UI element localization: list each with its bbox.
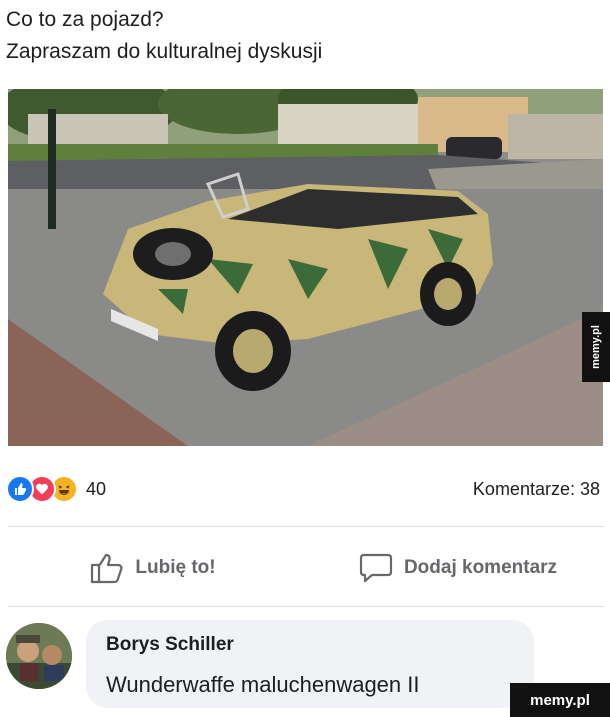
memy-watermark-side-text: memy.pl [590,325,602,369]
memy-watermark-corner-text: memy.pl [530,691,590,709]
add-comment-label: Dodaj komentarz [403,557,558,578]
post-text-line-1: Co to za pojazd? [6,8,164,31]
reactions-summary[interactable]: 40 [6,475,106,503]
reactions-bar: 40 Komentarze: 38 [6,472,602,506]
divider-top [8,526,604,527]
comment-bubble: Borys Schiller Wunderwaffe maluchenwagen… [86,620,534,708]
comments-count[interactable]: Komentarze: 38 [473,479,600,500]
avatar-image [6,623,72,689]
divider-bottom [8,606,604,607]
memy-watermark-corner: memy.pl [510,683,610,717]
like-button[interactable]: Lubię to! [0,551,305,585]
actions-bar: Lubię to! Dodaj komentarz [0,540,610,596]
like-button-label: Lubię to! [135,557,216,578]
post-photo[interactable] [8,89,603,446]
comment-author[interactable]: Borys Schiller [106,634,234,656]
comment-text: Wunderwaffe maluchenwagen II [106,672,420,697]
like-icon [6,475,34,503]
add-comment-button[interactable]: Dodaj komentarz [305,551,610,585]
thumbs-up-icon [91,553,123,584]
post-text: Co to za pojazd? Zapraszam do kulturalne… [6,4,596,68]
memy-watermark-side: memy.pl [582,312,610,382]
avatar[interactable] [6,623,72,689]
comment-bubble-icon [359,553,393,583]
camouflage-car-photo [8,89,603,446]
reaction-count: 40 [86,478,107,499]
post-text-line-2: Zapraszam do kulturalnej dyskusji [6,40,323,63]
